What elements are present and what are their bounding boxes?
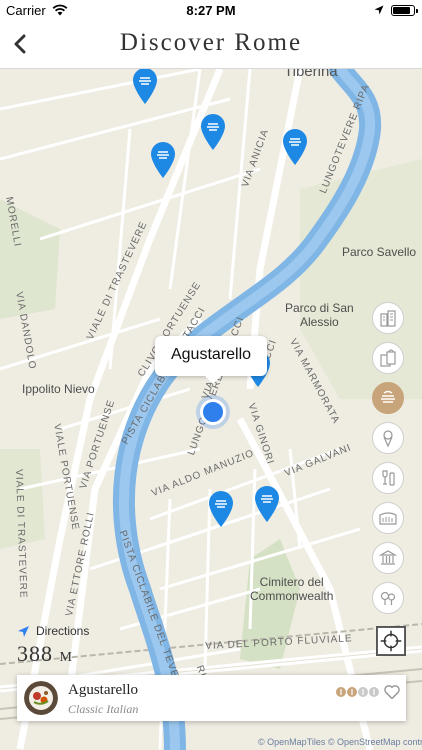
distance-unit: M [59,650,73,665]
clock: 8:27 PM [186,3,236,18]
category-museums-button[interactable] [372,542,404,574]
category-colosseum-button[interactable] [372,502,404,534]
battery-icon [391,5,418,16]
selected-place-tooltip[interactable]: Agustarello [155,336,267,384]
map-label-parco-savello: Parco Savello [342,245,417,259]
museum-icon [378,550,398,565]
buildings-icon [380,310,396,327]
restaurant-pin[interactable] [132,69,158,105]
restaurant-pin[interactable] [254,485,280,523]
map-label-parco-san-alessio: Parco di San Alessio [285,301,354,329]
map-attribution[interactable]: © OpenMapTiles © OpenStreetMap contribut… [258,737,422,747]
category-restaurants-button[interactable] [372,382,404,414]
place-cuisine: Classic Italian [68,702,139,716]
place-name: Agustarello [68,682,138,698]
place-card[interactable]: Agustarello Classic Italian [17,675,406,721]
colosseum-icon [379,512,397,525]
restaurant-pin[interactable] [282,128,308,166]
price-level-indicator [336,687,379,697]
map-view[interactable]: Tiberina Parco Savello Parco di San Ales… [0,69,422,750]
directions-button[interactable]: Directions [17,623,89,639]
restaurant-pin[interactable] [208,490,234,528]
restaurant-pin[interactable] [150,141,176,179]
heart-icon[interactable] [383,683,401,701]
shopping-bags-icon [380,349,396,367]
navigation-arrow-icon [18,625,29,637]
restaurant-pin[interactable] [200,113,226,151]
ice-cream-icon [383,430,393,448]
directions-label: Directions [36,624,90,638]
category-architecture-button[interactable] [372,302,404,334]
page-title: Discover Rome [119,29,303,56]
wine-icon [382,470,395,486]
status-bar: Carrier 8:27 PM [0,0,422,20]
user-location-dot [200,399,226,425]
category-parks-button[interactable] [372,582,404,614]
restaurant-icon [381,390,395,403]
category-drinks-button[interactable] [372,462,404,494]
category-shopping-button[interactable] [372,342,404,374]
tooltip-label: Agustarello [170,346,252,363]
location-arrow-icon [374,5,384,15]
trees-icon [380,591,396,605]
map-label-ippolito-nievo: Ippolito Nievo [22,382,95,396]
map-label-tiberina: Tiberina [284,69,338,80]
battery-level [393,7,410,14]
category-gelato-button[interactable] [372,422,404,454]
distance-readout: 388 M [17,641,73,667]
place-thumbnail [24,681,58,715]
navigation-bar: Discover Rome [0,20,422,69]
distance-value: 388 [17,641,53,666]
map-label-cimitero: Cimitero del Commonwealth [250,575,334,603]
crosshair-icon[interactable] [376,626,406,656]
